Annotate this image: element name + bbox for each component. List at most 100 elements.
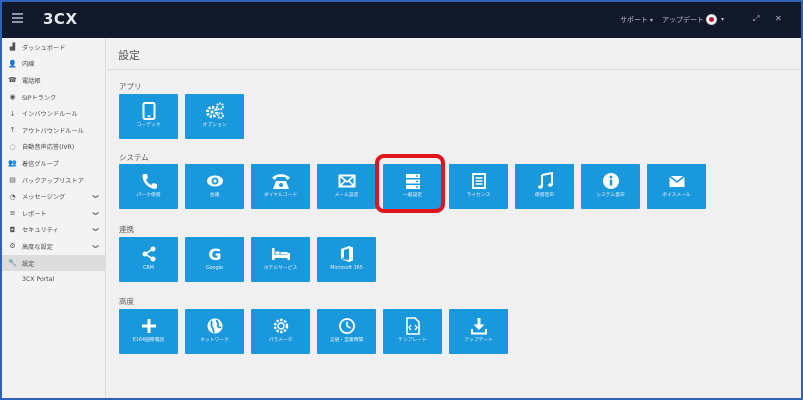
tile-label: メール設定	[334, 193, 359, 198]
support-label: サポート	[620, 16, 648, 24]
sidebar-item[interactable]: ≡ レポート ❯	[2, 205, 105, 222]
chevron-down-icon[interactable]: ▾	[721, 16, 724, 23]
dial-codes-tile[interactable]: ダイヤルコード	[251, 164, 310, 209]
svg-text:G: G	[208, 245, 221, 263]
sidebar-item-label: レポート	[22, 210, 47, 218]
sidebar-item[interactable]: 🔧 設定	[2, 254, 105, 272]
google-icon: G	[208, 245, 221, 263]
e164-tile[interactable]: E164国際電話	[119, 309, 178, 354]
microsoft-365-tile[interactable]: Microsoft 365	[317, 237, 376, 282]
document-list-icon	[471, 173, 486, 189]
sidebar-item-label: SIPトランク	[22, 94, 57, 102]
hotel-services-tile[interactable]: ホテルサービス	[251, 237, 310, 282]
tile-label: パーク保留	[136, 193, 161, 198]
support-menu[interactable]: サポート ▾	[620, 15, 653, 25]
bed-icon	[271, 248, 290, 260]
globe-icon	[207, 318, 222, 334]
tile-label: 保留音声	[534, 193, 555, 198]
backup-icon: ▤	[9, 176, 16, 185]
sidebar-item[interactable]: 3CX Portal	[2, 271, 105, 288]
hold-music-tile[interactable]: 保留音声	[515, 164, 574, 209]
settings-icon: 🔧	[8, 259, 17, 268]
system-prompts-tile[interactable]: システム音声	[581, 164, 640, 209]
crm-tile[interactable]: CRM	[119, 237, 178, 282]
chevron-down-icon[interactable]: ❯	[92, 211, 99, 216]
parameters-tile[interactable]: パラメータ	[251, 309, 310, 354]
voicemail-tile[interactable]: ボイスメール	[647, 164, 706, 209]
conference-tile[interactable]: 会議	[185, 164, 244, 209]
clock-icon	[338, 318, 355, 334]
tile-label: ボイスメール	[662, 193, 691, 198]
chevron-down-icon[interactable]: ❯	[92, 244, 99, 249]
gears-icon	[205, 102, 224, 119]
app-window: 3CX サポート▾ アップデート▾ ▾ ⤢ ✕ ▟ダッシュボード👤内線☎電話帳◉…	[0, 0, 803, 400]
mobile-phone-icon	[142, 102, 155, 120]
chevron-down-icon: ▾	[650, 17, 654, 24]
messaging-icon: ◔	[9, 192, 16, 201]
tile-label: Microsoft 365	[330, 266, 363, 271]
sidebar: ▟ ダッシュボード 👤 内線 ☎ 電話帳 ◉ SIPトランク ↓ インバウンドルール ↑ アウトバウン…	[2, 38, 106, 398]
sidebar-item-label: 内線	[22, 61, 35, 69]
divider	[107, 69, 801, 70]
tile-label: ホテルサービス	[263, 266, 298, 271]
office-icon	[340, 246, 353, 262]
sidebar-item[interactable]: ☎ 電話帳	[2, 72, 105, 89]
options-tile[interactable]: オプション	[185, 94, 244, 139]
section-title-system: システム	[119, 153, 149, 162]
language-flag-icon[interactable]	[706, 14, 717, 25]
updates-tile[interactable]: アップデート	[449, 309, 508, 354]
sidebar-item[interactable]: ↓ インバウンドルール	[2, 105, 105, 122]
sidebar-item-label: 着信グループ	[22, 160, 59, 168]
chevron-down-icon[interactable]: ❯	[92, 194, 99, 199]
sidebar-item[interactable]: ↑ アウトバウンドルール	[2, 122, 105, 139]
sidebar-item-label: セキュリティ	[22, 227, 59, 235]
eye-icon	[206, 175, 223, 187]
sidebar-item[interactable]: ▟ ダッシュボード	[2, 39, 105, 56]
inbound-icon: ↓	[9, 109, 16, 118]
sidebar-item-label: ダッシュボード	[22, 44, 66, 52]
tile-label: コーデック	[136, 123, 161, 128]
security-icon: ◘	[9, 225, 16, 234]
user-menu-icon[interactable]: ✕	[775, 14, 782, 23]
logo: 3CX	[43, 10, 78, 28]
section-title-apps: アプリ	[119, 82, 142, 91]
info-icon	[602, 173, 619, 189]
sidebar-item[interactable]: ◉ SIPトランク	[2, 89, 105, 106]
main-content: 設定 アプリ コーデック オプション システム パーク保留 会議 ダイヤルコード…	[107, 38, 801, 398]
ivr-icon: ◌	[9, 142, 16, 151]
dashboard-icon: ▟	[9, 43, 16, 52]
update-label: アップデート	[662, 16, 704, 24]
telephone-icon	[271, 174, 290, 189]
user-icon: 👤	[8, 59, 17, 68]
sidebar-item-label: 自動音声応答(IVR)	[22, 144, 75, 152]
chevron-down-icon[interactable]: ❯	[92, 227, 99, 232]
tile-label: 言語・営業時間	[329, 338, 364, 343]
templates-tile[interactable]: テンプレート	[383, 309, 442, 354]
page-title: 設定	[118, 49, 140, 62]
sidebar-item[interactable]: ◔ メッセージング ❯	[2, 188, 105, 205]
tile-label: アップデート	[464, 338, 493, 343]
sidebar-item-label: バックアップリストア	[22, 177, 84, 185]
sidebar-item[interactable]: 👥 着信グループ	[2, 155, 105, 172]
sidebar-item[interactable]: ◘ セキュリティ ❯	[2, 222, 105, 239]
network-tile[interactable]: ネットワーク	[185, 309, 244, 354]
sidebar-item[interactable]: ⚙ 高度な設定 ❯	[2, 238, 105, 255]
fullscreen-icon[interactable]: ⤢	[753, 14, 759, 24]
phonebook-icon: ☎	[8, 76, 17, 85]
email-settings-tile[interactable]: メール設定	[317, 164, 376, 209]
sidebar-item[interactable]: 👤 内線	[2, 56, 105, 73]
codec-tile[interactable]: コーデック	[119, 94, 178, 139]
top-bar: 3CX サポート▾ アップデート▾ ▾ ⤢ ✕	[2, 2, 801, 38]
sidebar-item[interactable]: ▤ バックアップリストア	[2, 172, 105, 189]
sidebar-item-label: メッセージング	[22, 194, 66, 202]
tile-label: システム音声	[596, 193, 625, 198]
sidebar-item[interactable]: ◌ 自動音声応答(IVR)	[2, 139, 105, 156]
hamburger-menu-icon[interactable]	[12, 13, 23, 23]
sidebar-item-label: インバウンドルール	[22, 111, 78, 119]
license-tile[interactable]: ライセンス	[449, 164, 508, 209]
update-menu[interactable]: アップデート▾	[662, 15, 709, 25]
park-tile[interactable]: パーク保留	[119, 164, 178, 209]
language-hours-tile[interactable]: 言語・営業時間	[317, 309, 376, 354]
highlight-annotation	[375, 154, 445, 213]
google-tile[interactable]: G Google	[185, 237, 244, 282]
